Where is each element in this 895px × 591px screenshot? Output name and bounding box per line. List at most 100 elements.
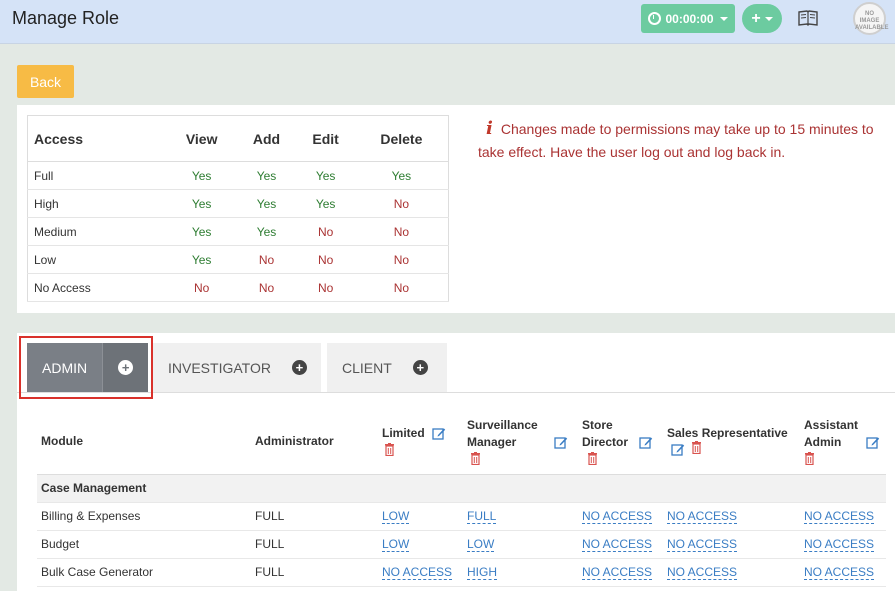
assistant-admin-permission-link[interactable]: NO ACCESS — [804, 537, 875, 552]
store-director-permission-link[interactable]: NO ACCESS — [582, 537, 653, 552]
role-name: Limited — [382, 425, 425, 440]
role-name: Assistant Admin — [804, 417, 859, 449]
delete-value: No — [354, 189, 449, 218]
timer-button[interactable]: 00:00:00 — [641, 4, 735, 33]
delete-value: No — [354, 245, 449, 274]
top-bar: Manage Role 00:00:00 + NO IMAGE AVAILABL… — [0, 0, 895, 44]
info-icon: i — [486, 118, 493, 139]
tab-label: INVESTIGATOR — [168, 359, 271, 376]
edit-value: No — [296, 273, 355, 302]
book-icon[interactable] — [798, 9, 818, 27]
avatar[interactable]: NO IMAGE AVAILABLE — [853, 2, 888, 35]
table-row: Full Yes Yes Yes Yes — [27, 161, 449, 190]
limited-permission-link[interactable]: LOW — [382, 537, 410, 552]
view-value: Yes — [166, 245, 237, 274]
surveillance-manager-permission-link[interactable]: LOW — [467, 537, 495, 552]
table-row: Bulk Case Generator FULL NO ACCESS HIGH … — [37, 558, 886, 587]
chevron-down-icon — [764, 16, 773, 21]
access-level: Medium — [27, 217, 167, 246]
edit-value: Yes — [296, 161, 355, 190]
add-value: Yes — [236, 161, 297, 190]
edit-icon[interactable] — [554, 436, 568, 449]
table-row: Budget FULL LOW LOW NO ACCESS NO ACCESS … — [37, 530, 886, 559]
module-name: Budget — [37, 530, 251, 559]
access-legend-table: Access View Add Edit Delete Full Yes Yes… — [27, 115, 449, 302]
delete-value: No — [354, 273, 449, 302]
table-row: Billing & Expenses FULL LOW FULL NO ACCE… — [37, 502, 886, 531]
sales-rep-permission-link[interactable]: NO ACCESS — [667, 509, 738, 524]
column-header: View — [166, 115, 237, 162]
limited-permission-link[interactable]: LOW — [382, 509, 410, 524]
trash-icon[interactable] — [804, 451, 815, 465]
trash-icon[interactable] — [587, 451, 598, 465]
assistant-admin-permission-link[interactable]: NO ACCESS — [804, 509, 875, 524]
store-director-permission-link[interactable]: NO ACCESS — [582, 565, 653, 580]
column-header-administrator: Administrator — [251, 408, 378, 475]
permissions-notice: i Changes made to permissions may take up… — [478, 117, 888, 164]
edit-value: No — [296, 245, 355, 274]
sales-rep-permission-link[interactable]: NO ACCESS — [667, 565, 738, 580]
plus-circle-icon[interactable]: + — [291, 360, 307, 375]
module-name: Bulk Case Generator — [37, 558, 251, 587]
column-header: Access — [27, 115, 167, 162]
role-name: Sales Representative — [667, 425, 788, 440]
add-value: No — [236, 245, 297, 274]
view-value: Yes — [166, 189, 237, 218]
column-header: Add — [236, 115, 297, 162]
surveillance-manager-permission-link[interactable]: FULL — [467, 509, 497, 524]
add-value: Yes — [236, 189, 297, 218]
tab-client[interactable]: CLIENT + — [327, 343, 447, 392]
assistant-admin-permission-link[interactable]: NO ACCESS — [804, 565, 875, 580]
plus-circle-icon[interactable]: + — [412, 360, 428, 375]
trash-icon[interactable] — [384, 442, 395, 456]
administrator-value: FULL — [251, 530, 378, 559]
column-header-assistant-admin: Assistant Admin — [800, 408, 886, 475]
access-level: No Access — [27, 273, 167, 302]
add-value: No — [236, 273, 297, 302]
trash-icon[interactable] — [470, 451, 481, 465]
view-value: No — [166, 273, 237, 302]
edit-icon[interactable] — [866, 436, 880, 449]
clock-icon — [648, 12, 662, 25]
administrator-value: FULL — [251, 558, 378, 587]
access-level: Low — [27, 245, 167, 274]
view-value: Yes — [166, 161, 237, 190]
access-level: High — [27, 189, 167, 218]
plus-icon: + — [751, 9, 761, 27]
role-name: Surveillance Manager — [467, 417, 538, 449]
tab-investigator[interactable]: INVESTIGATOR + — [153, 343, 321, 392]
column-header: Delete — [354, 115, 449, 162]
selection-highlight — [19, 336, 153, 399]
column-header-module: Module — [37, 408, 251, 475]
edit-icon[interactable] — [432, 427, 446, 440]
store-director-permission-link[interactable]: NO ACCESS — [582, 509, 653, 524]
delete-value: Yes — [354, 161, 449, 190]
edit-value: No — [296, 217, 355, 246]
surveillance-manager-permission-link[interactable]: HIGH — [467, 565, 497, 580]
section-row: Case Management — [37, 474, 886, 503]
administrator-value: FULL — [251, 502, 378, 531]
access-level: Full — [27, 161, 167, 190]
access-legend-panel: Access View Add Edit Delete Full Yes Yes… — [17, 105, 895, 313]
column-header-sales-representative: Sales Representative — [663, 408, 800, 475]
tab-label: CLIENT — [342, 359, 392, 376]
table-row: Medium Yes Yes No No — [27, 217, 449, 246]
delete-value: No — [354, 217, 449, 246]
roles-panel: ADMIN + INVESTIGATOR + CLIENT + Module A… — [17, 333, 895, 591]
table-row: High Yes Yes Yes No — [27, 189, 449, 218]
trash-icon[interactable] — [691, 441, 702, 455]
page-title: Manage Role — [12, 8, 120, 28]
limited-permission-link[interactable]: NO ACCESS — [382, 565, 453, 580]
view-value: Yes — [166, 217, 237, 246]
column-header-store-director: Store Director — [578, 408, 663, 475]
back-button[interactable]: Back — [17, 65, 74, 98]
edit-icon[interactable] — [671, 443, 685, 456]
section-title: Case Management — [37, 474, 886, 503]
quick-add-button[interactable]: + — [742, 4, 782, 33]
edit-icon[interactable] — [639, 436, 653, 449]
sales-rep-permission-link[interactable]: NO ACCESS — [667, 537, 738, 552]
timer-label: 00:00:00 — [665, 11, 714, 26]
permissions-table: Module Administrator Limited Surveillanc… — [37, 408, 886, 587]
add-value: Yes — [236, 217, 297, 246]
column-header-surveillance-manager: Surveillance Manager — [463, 408, 578, 475]
